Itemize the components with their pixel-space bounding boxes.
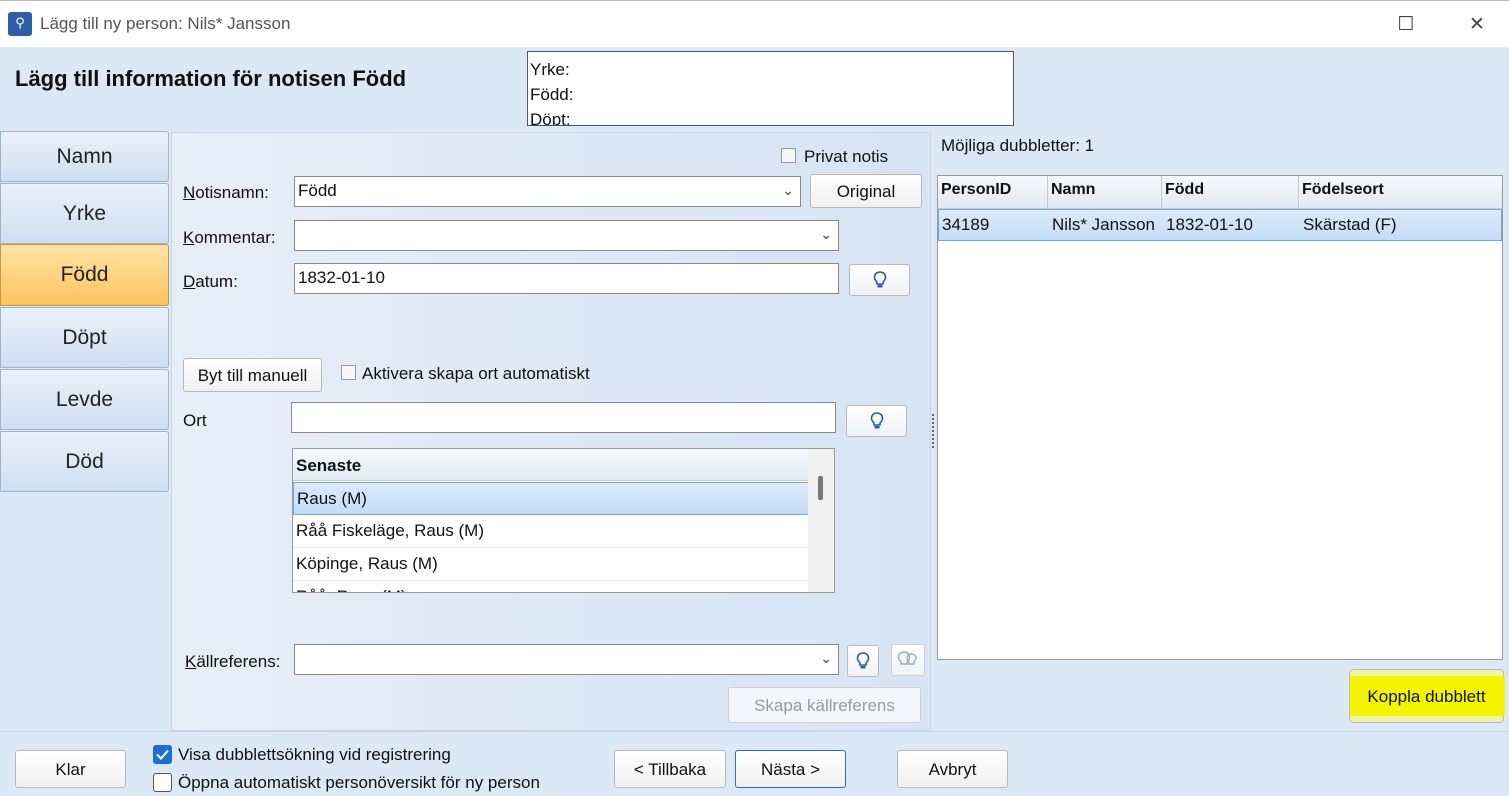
nav-item-levde[interactable]: Levde [0, 369, 169, 430]
duplicates-panel: Möjliga dubbletter: 1 PersonID Namn Född… [935, 132, 1509, 731]
done-button[interactable]: Klar [15, 750, 126, 788]
nav-item-dod[interactable]: Död [0, 431, 169, 492]
private-label: Privat notis [804, 147, 889, 166]
open-overview-label: Öppna automatiskt personöversikt för ny … [178, 773, 540, 792]
cell-personid: 34189 [942, 215, 990, 234]
datum-value: 1832-01-10 [298, 268, 385, 287]
nav-item-namn[interactable]: Namn [0, 131, 169, 182]
datum-label: Datum: [183, 272, 238, 291]
dialog-window: ⚲ Lägg till ny person: Nils* Jansson ☐ ✕… [0, 0, 1509, 796]
source-label: Källreferens: [185, 652, 281, 671]
column-header-namn[interactable]: Namn [1048, 176, 1162, 209]
minimize-icon[interactable] [1310, 7, 1350, 37]
checkmark-icon [156, 749, 169, 760]
private-checkbox[interactable] [781, 148, 796, 163]
manual-button[interactable]: Byt till manuell [183, 358, 322, 392]
duplicates-count: Möjliga dubbletter: 1 [941, 136, 1095, 155]
nav-item-yrke[interactable]: Yrke [0, 183, 169, 244]
lightbulb-icon [873, 271, 886, 288]
summary-line-fodd: Född: [530, 85, 574, 104]
chevron-down-icon: ⌄ [820, 651, 832, 667]
source-field[interactable]: ⌄ [294, 644, 839, 675]
column-header-fodelseort[interactable]: Födelseort [1299, 176, 1502, 209]
datum-field[interactable]: 1832-01-10 [294, 263, 839, 294]
close-icon[interactable]: ✕ [1457, 9, 1497, 39]
notisnamn-value: Född [298, 181, 337, 200]
table-row[interactable]: 34189 Nils* Jansson 1832-01-10 Skärstad … [938, 209, 1502, 241]
show-dup-checkbox[interactable] [153, 745, 172, 764]
auto-place-label: Aktivera skapa ort automatiskt [362, 364, 590, 383]
header: Lägg till information för notisen Född Y… [0, 47, 1509, 131]
title-bar: ⚲ Lägg till ny person: Nils* Jansson ☐ ✕ [0, 1, 1509, 47]
window-title: Lägg till ny person: Nils* Jansson [40, 14, 291, 33]
ort-lookup-button[interactable] [846, 405, 907, 437]
double-lightbulb-icon [897, 651, 917, 665]
auto-place-checkbox[interactable] [341, 365, 356, 380]
nav-item-dopt[interactable]: Döpt [0, 307, 169, 368]
chevron-down-icon: ⌄ [820, 227, 832, 243]
nav-item-fodd[interactable]: Född [0, 244, 169, 306]
list-item[interactable]: Råå Fiskeläge, Raus (M) [293, 515, 809, 548]
link-duplicate-button[interactable]: Koppla dubblett [1349, 669, 1505, 723]
summary-line-yrke: Yrke: [530, 60, 570, 79]
cell-fodd: 1832-01-10 [1166, 215, 1253, 234]
duplicates-table[interactable]: PersonID Namn Född Födelseort 34189 Nils… [937, 175, 1503, 660]
list-item[interactable]: Raus (M) [293, 482, 809, 515]
cell-namn: Nils* Jansson [1052, 215, 1155, 234]
recent-places-header: Senaste [293, 449, 809, 481]
original-button[interactable]: Original [810, 174, 922, 208]
list-item[interactable]: Råå, Raus (M) [293, 581, 809, 592]
scrollbar-thumb[interactable] [818, 476, 823, 500]
open-overview-checkbox[interactable] [153, 773, 172, 792]
lightbulb-icon [870, 412, 883, 429]
show-dup-label: Visa dubblettsökning vid registrering [178, 745, 451, 764]
create-source-button[interactable]: Skapa källreferens [728, 687, 921, 723]
column-header-fodd[interactable]: Född [1162, 176, 1299, 209]
page-title: Lägg till information för notisen Född [15, 66, 407, 91]
back-button[interactable]: < Tillbaka [614, 750, 726, 788]
kommentar-label: Kommentar: [183, 228, 276, 247]
source-lookup-button[interactable] [847, 645, 879, 677]
lightbulb-icon [856, 652, 870, 669]
ort-label: Ort [183, 411, 207, 430]
summary-box: Yrke: Född: Döpt: [527, 51, 1014, 126]
footer: Klar Visa dubblettsökning vid registreri… [0, 731, 1509, 796]
kommentar-field[interactable]: ⌄ [294, 220, 839, 251]
list-item[interactable]: Köpinge, Raus (M) [293, 548, 809, 581]
column-header-personid[interactable]: PersonID [938, 176, 1048, 209]
maximize-icon[interactable]: ☐ [1386, 9, 1426, 39]
datum-lookup-button[interactable] [849, 264, 910, 296]
summary-line-dopt: Döpt: [530, 110, 571, 126]
chevron-down-icon: ⌄ [782, 183, 794, 199]
source-multi-lookup-button[interactable] [891, 644, 925, 676]
cancel-button[interactable]: Avbryt [897, 750, 1008, 788]
next-button[interactable]: Nästa > [735, 750, 846, 788]
family-tree-icon: ⚲ [8, 12, 32, 36]
recent-places-list[interactable]: Senaste Raus (M) Råå Fiskeläge, Raus (M)… [292, 448, 835, 593]
cell-fodelseort: Skärstad (F) [1303, 215, 1397, 234]
list-scrollbar[interactable] [808, 449, 834, 592]
notisnamn-label: Notisnamn: [183, 183, 269, 202]
ort-field[interactable] [291, 402, 836, 433]
notisnamn-select[interactable]: Född ⌄ [294, 176, 801, 207]
